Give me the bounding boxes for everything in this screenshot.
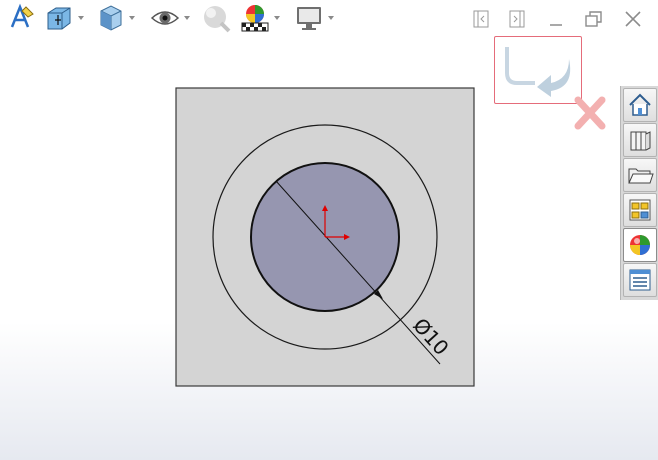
graphics-area[interactable]: Ø10 bbox=[0, 0, 658, 460]
